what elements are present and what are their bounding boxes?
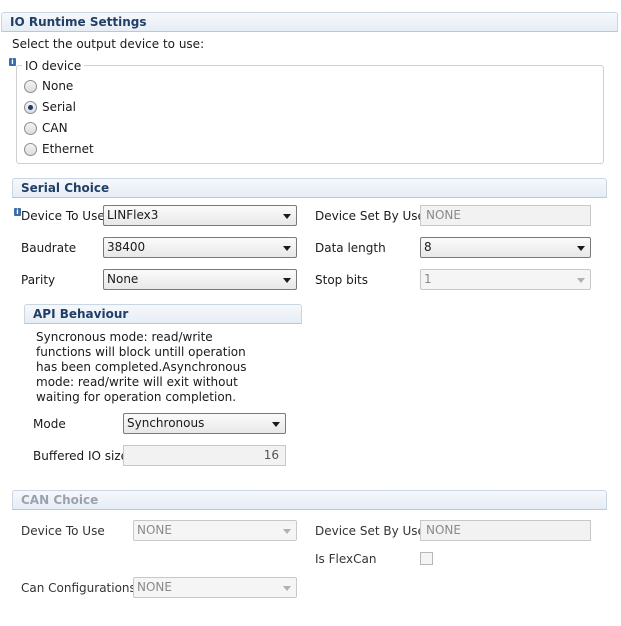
serial-device-value: LINFlex3 [107, 208, 159, 222]
radio-none-label: None [42, 79, 74, 93]
parity-value: None [107, 272, 139, 286]
radio-serial[interactable]: Serial [24, 99, 76, 115]
data-length-value: 8 [424, 240, 432, 254]
chevron-down-icon [283, 214, 291, 219]
radio-ethernet-circle[interactable] [24, 142, 37, 156]
serial-device-label: Device To Use [21, 209, 105, 223]
radio-serial-circle[interactable] [24, 100, 37, 114]
can-device-value: NONE [137, 523, 172, 537]
radio-ethernet-label: Ethernet [42, 142, 94, 156]
io-instruction: Select the output device to use: [12, 37, 205, 51]
chevron-down-icon [283, 529, 291, 534]
serial-choice-header: Serial Choice [12, 178, 607, 198]
can-config-value: NONE [137, 580, 172, 594]
can-device-label: Device To Use [21, 524, 105, 538]
io-runtime-title: IO Runtime Settings [10, 15, 147, 29]
flexcan-checkbox[interactable] [420, 552, 433, 565]
radio-none-circle[interactable] [24, 79, 37, 93]
radio-none[interactable]: None [24, 78, 73, 94]
can-choice-header: CAN Choice [12, 490, 607, 510]
radio-can-label: CAN [42, 121, 68, 135]
chevron-down-icon [577, 246, 585, 251]
chevron-down-icon [283, 246, 291, 251]
mode-label: Mode [33, 417, 66, 431]
serial-choice-title: Serial Choice [21, 181, 110, 195]
info-icon: i [9, 58, 16, 66]
buffer-field[interactable]: 16 [123, 445, 286, 466]
info-icon: i [14, 208, 21, 216]
mode-combo[interactable]: Synchronous [123, 413, 286, 434]
stop-bits-combo[interactable]: 1 [420, 269, 591, 290]
io-runtime-header: IO Runtime Settings [1, 12, 618, 32]
can-device-set-label: Device Set By User [315, 524, 430, 538]
parity-label: Parity [21, 273, 56, 287]
io-device-group [16, 65, 604, 164]
buffer-label: Buffered IO size [33, 449, 129, 463]
can-device-set-field[interactable]: NONE [420, 520, 591, 541]
stop-bits-label: Stop bits [315, 273, 369, 287]
chevron-down-icon [283, 278, 291, 283]
radio-ethernet[interactable]: Ethernet [24, 141, 94, 157]
chevron-down-icon [283, 586, 291, 591]
radio-can-circle[interactable] [24, 121, 37, 135]
data-length-label: Data length [315, 241, 386, 255]
mode-value: Synchronous [127, 416, 205, 430]
radio-serial-label: Serial [42, 100, 76, 114]
parity-combo[interactable]: None [103, 269, 297, 290]
serial-device-combo[interactable]: LINFlex3 [103, 205, 297, 226]
baudrate-value: 38400 [107, 240, 146, 254]
baudrate-label: Baudrate [21, 241, 77, 255]
chevron-down-icon [272, 422, 280, 427]
radio-can[interactable]: CAN [24, 120, 68, 136]
can-config-label: Can Configurations [21, 581, 136, 595]
data-length-combo[interactable]: 8 [420, 237, 591, 258]
api-behaviour-title: API Behaviour [33, 307, 129, 321]
can-device-combo[interactable]: NONE [133, 520, 297, 541]
can-choice-title: CAN Choice [21, 493, 99, 507]
api-description: Syncronous mode: read/write functions wi… [36, 330, 247, 404]
flexcan-label: Is FlexCan [315, 552, 377, 566]
serial-device-set-label: Device Set By User [315, 209, 430, 223]
can-config-combo[interactable]: NONE [133, 577, 297, 598]
baudrate-combo[interactable]: 38400 [103, 237, 297, 258]
chevron-down-icon [577, 278, 585, 283]
io-device-group-title: IO device [22, 59, 85, 73]
api-behaviour-header: API Behaviour [24, 304, 302, 324]
stop-bits-value: 1 [424, 272, 432, 286]
serial-device-set-field[interactable]: NONE [420, 205, 591, 226]
